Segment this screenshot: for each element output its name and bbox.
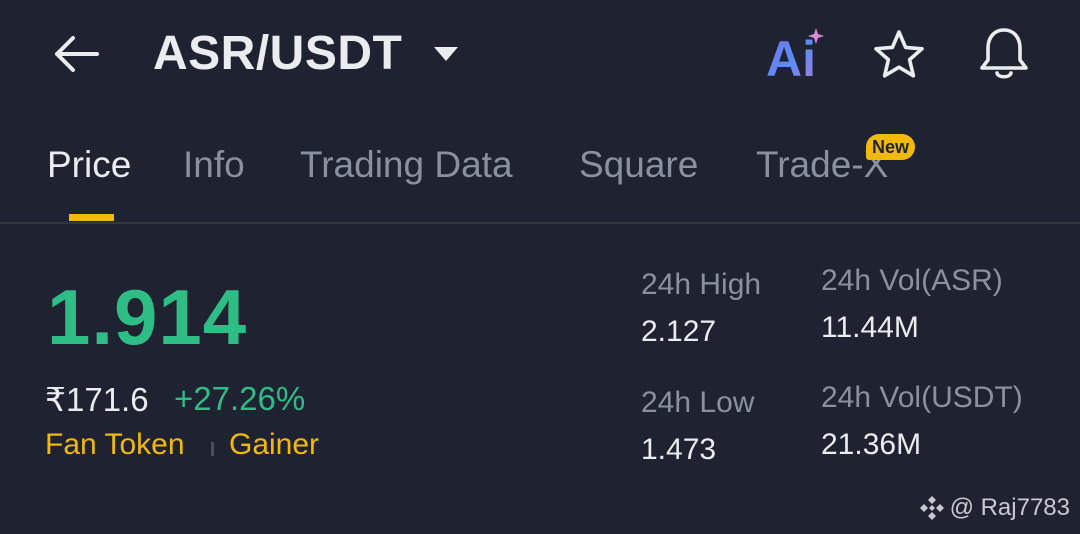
ai-assistant-button[interactable]: Ai (764, 26, 828, 87)
caret-down-icon (434, 47, 458, 61)
high-value: 2.127 (641, 315, 717, 348)
divider (0, 222, 1080, 224)
watermark: @ Raj7783 (918, 494, 1070, 522)
active-tab-indicator (69, 214, 114, 221)
tag-fan-token[interactable]: Fan Token (45, 428, 185, 462)
fiat-price: ₹171.6 (45, 381, 149, 418)
volume-base-label: 24h Vol(ASR) (821, 264, 1003, 297)
low-value: 1.473 (641, 433, 717, 466)
tab-trading-data[interactable]: Trading Data (300, 144, 513, 186)
favorite-button[interactable] (871, 27, 927, 83)
star-icon (874, 30, 924, 78)
volume-quote-label: 24h Vol(USDT) (821, 381, 1023, 414)
new-badge: New (866, 134, 915, 160)
tab-info[interactable]: Info (183, 144, 245, 186)
last-price: 1.914 (47, 273, 248, 361)
tab-bar: Price Info Trading Data Square Trade-X (0, 140, 1080, 222)
watermark-text: @ Raj7783 (949, 494, 1070, 521)
pair-title[interactable]: ASR/USDT (153, 26, 402, 81)
ai-label: Ai (766, 31, 816, 82)
ai-icon: Ai (766, 28, 824, 87)
arrow-left-icon (55, 36, 99, 72)
price-alert-button[interactable] (975, 24, 1033, 84)
low-label: 24h Low (641, 386, 755, 419)
binance-logo-icon (919, 496, 944, 520)
high-label: 24h High (641, 268, 762, 301)
volume-base-value: 11.44M (821, 311, 919, 344)
top-bar: ASR/USDT Ai (0, 0, 1080, 110)
bell-icon (980, 28, 1028, 79)
volume-quote-value: 21.36M (821, 428, 922, 461)
price-change-percent: +27.26% (174, 380, 306, 417)
tab-price[interactable]: Price (47, 144, 131, 186)
tag-separator (211, 442, 214, 456)
tag-gainer[interactable]: Gainer (229, 428, 319, 462)
pair-selector-button[interactable] (432, 44, 460, 64)
back-button[interactable] (48, 32, 104, 76)
tab-square[interactable]: Square (579, 144, 698, 186)
